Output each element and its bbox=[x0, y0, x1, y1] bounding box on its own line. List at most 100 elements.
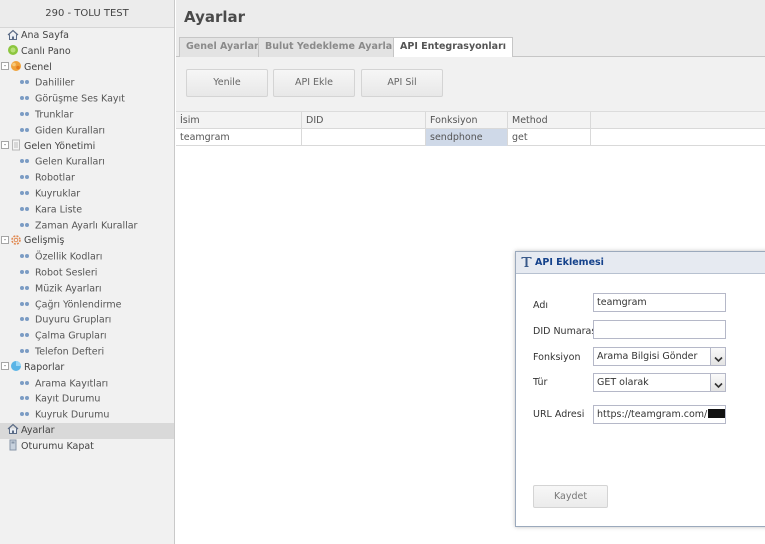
sidebar-item-oturumu-kapat[interactable]: Oturumu Kapat bbox=[0, 439, 174, 455]
sidebar-item-label: Zaman Ayarlı Kurallar bbox=[35, 219, 138, 231]
sidebar-item-label: Arama Kayıtları bbox=[35, 377, 109, 389]
sidebar-item-canli-pano[interactable]: Canlı Pano bbox=[0, 44, 174, 60]
sidebar-item-gelen-yonetimi[interactable]: - Gelen Yönetimi bbox=[0, 139, 174, 155]
logout-icon bbox=[7, 439, 19, 451]
sidebar-item-label: Kuyruklar bbox=[35, 188, 81, 200]
save-button[interactable]: Kaydet bbox=[533, 485, 608, 508]
tab-general-settings[interactable]: Genel Ayarlar bbox=[179, 37, 266, 57]
grid-header: İsim DID Fonksiyon Method bbox=[176, 112, 765, 129]
sidebar-item-label: Ana Sayfa bbox=[21, 30, 70, 41]
did-input[interactable] bbox=[593, 320, 726, 339]
type-label: Tür bbox=[533, 377, 548, 388]
column-header-did[interactable]: DID bbox=[302, 112, 426, 129]
tree-bullet-icon bbox=[20, 280, 31, 296]
sidebar-item-gelen-kurallari[interactable]: Gelen Kuralları bbox=[0, 154, 174, 170]
cell-function: sendphone bbox=[426, 129, 508, 146]
tree-bullet-icon bbox=[20, 201, 31, 217]
url-label: URL Adresi bbox=[533, 409, 585, 420]
gear-icon bbox=[10, 234, 22, 246]
tree-bullet-icon bbox=[20, 390, 31, 406]
column-header-name[interactable]: İsim bbox=[176, 112, 302, 129]
toolbar: Yenile API Ekle API Sil bbox=[176, 57, 765, 112]
sidebar-item-label: Trunklar bbox=[35, 109, 74, 121]
redaction-bar bbox=[708, 409, 725, 418]
sidebar-item-kayit-durumu[interactable]: Kayıt Durumu bbox=[0, 391, 174, 407]
tree-bullet-icon bbox=[20, 74, 31, 90]
sidebar-item-label: Kayıt Durumu bbox=[35, 393, 101, 405]
sidebar-item-giden-kurallari[interactable]: Giden Kuralları bbox=[0, 123, 174, 139]
sidebar-item-label: Çağrı Yönlendirme bbox=[35, 298, 122, 310]
tab-api-integrations[interactable]: API Entegrasyonları bbox=[393, 37, 514, 58]
sidebar-item-duyuru-gruplari[interactable]: Duyuru Grupları bbox=[0, 312, 174, 328]
function-select[interactable]: Arama Bilgisi Gönder bbox=[593, 347, 726, 366]
column-header-function[interactable]: Fonksiyon bbox=[426, 112, 508, 129]
sidebar-item-cagri-yonlendirme[interactable]: Çağrı Yönlendirme bbox=[0, 297, 174, 313]
sidebar-item-label: Gelen Yönetimi bbox=[24, 140, 96, 152]
sidebar-item-zaman-ayarli-kurallar[interactable]: Zaman Ayarlı Kurallar bbox=[0, 218, 174, 234]
collapse-toggle-icon[interactable]: - bbox=[1, 362, 9, 371]
tree-bullet-icon bbox=[20, 185, 31, 201]
home-icon bbox=[7, 29, 19, 41]
url-input[interactable]: https://teamgram.com/ bbox=[593, 405, 726, 424]
navigation-tree: Ana Sayfa Canlı Pano - Genel Dahililer Görüşm… bbox=[0, 28, 174, 455]
sidebar-item-telefon-defteri[interactable]: Telefon Defteri bbox=[0, 344, 174, 360]
tab-cloud-backup-settings[interactable]: Bulut Yedekleme Ayarları bbox=[258, 37, 408, 57]
sidebar-item-label: Dahililer bbox=[35, 77, 75, 89]
tree-bullet-icon bbox=[20, 106, 31, 122]
sidebar-item-label: Giden Kuralları bbox=[35, 125, 106, 137]
sidebar-item-arama-kayitlari[interactable]: Arama Kayıtları bbox=[0, 376, 174, 392]
collapse-toggle-icon[interactable]: - bbox=[1, 141, 9, 150]
column-header-method[interactable]: Method bbox=[508, 112, 591, 129]
tab-strip: Genel Ayarlar Bulut Yedekleme Ayarları A… bbox=[176, 32, 765, 58]
sidebar-item-gelismis[interactable]: - Gelişmiş bbox=[0, 233, 174, 249]
dialog-icon bbox=[520, 255, 533, 268]
sidebar-item-gorusme-ses-kayit[interactable]: Görüşme Ses Kayıt bbox=[0, 91, 174, 107]
tree-bullet-icon bbox=[20, 122, 31, 138]
sidebar-item-kuyruk-durumu[interactable]: Kuyruk Durumu bbox=[0, 407, 174, 423]
tree-bullet-icon bbox=[20, 375, 31, 391]
collapse-toggle-icon[interactable]: - bbox=[1, 62, 9, 71]
sidebar-item-ana-sayfa[interactable]: Ana Sayfa bbox=[0, 28, 174, 44]
dialog-title-bar[interactable]: API Eklemesi bbox=[516, 252, 765, 274]
name-input[interactable]: teamgram bbox=[593, 293, 726, 312]
sidebar-item-label: Telefon Defteri bbox=[35, 346, 105, 358]
tree-bullet-icon bbox=[20, 264, 31, 280]
sidebar-item-ayarlar[interactable]: Ayarlar bbox=[0, 422, 174, 439]
api-add-dialog: API Eklemesi Adı teamgram DID Numarası F… bbox=[515, 251, 765, 527]
sidebar-item-trunklar[interactable]: Trunklar bbox=[0, 107, 174, 123]
collapse-toggle-icon[interactable]: - bbox=[1, 235, 9, 244]
chevron-down-icon[interactable] bbox=[710, 374, 725, 391]
tree-bullet-icon bbox=[20, 217, 31, 233]
delete-api-button[interactable]: API Sil bbox=[361, 69, 443, 97]
sidebar-item-raporlar[interactable]: - Raporlar bbox=[0, 360, 174, 376]
chevron-down-icon[interactable] bbox=[710, 348, 725, 365]
sidebar-item-robotlar[interactable]: Robotlar bbox=[0, 170, 174, 186]
sidebar-item-label: Robot Sesleri bbox=[35, 267, 98, 279]
sidebar-item-kuyruklar[interactable]: Kuyruklar bbox=[0, 186, 174, 202]
sidebar-item-ozellik-kodlari[interactable]: Özellik Kodları bbox=[0, 249, 174, 265]
sidebar-item-kara-liste[interactable]: Kara Liste bbox=[0, 202, 174, 218]
sidebar-item-label: Genel bbox=[24, 61, 52, 73]
sidebar-item-muzik-ayarlari[interactable]: Müzik Ayarları bbox=[0, 281, 174, 297]
sidebar-item-calma-gruplari[interactable]: Çalma Grupları bbox=[0, 328, 174, 344]
add-api-button[interactable]: API Ekle bbox=[273, 69, 355, 97]
cell-name: teamgram bbox=[176, 129, 302, 146]
sidebar-item-label: Raporlar bbox=[24, 361, 65, 373]
refresh-button[interactable]: Yenile bbox=[186, 69, 268, 97]
sidebar-item-label: Çalma Grupları bbox=[35, 330, 107, 342]
sidebar: 290 - TOLU TEST Ana Sayfa Canlı Pano - Gene… bbox=[0, 0, 175, 544]
sidebar-item-label: Müzik Ayarları bbox=[35, 283, 102, 295]
sidebar-item-label: Kara Liste bbox=[35, 204, 83, 216]
sidebar-item-label: Kuyruk Durumu bbox=[35, 409, 110, 421]
sidebar-item-robot-sesleri[interactable]: Robot Sesleri bbox=[0, 265, 174, 281]
tree-bullet-icon bbox=[20, 153, 31, 169]
did-label: DID Numarası bbox=[533, 326, 599, 337]
table-row[interactable]: teamgram sendphone get bbox=[176, 129, 765, 146]
sidebar-item-genel[interactable]: - Genel bbox=[0, 60, 174, 76]
sidebar-item-dahililer[interactable]: Dahililer bbox=[0, 75, 174, 91]
function-select-value: Arama Bilgisi Gönder bbox=[597, 351, 698, 362]
sidebar-title: 290 - TOLU TEST bbox=[0, 0, 174, 28]
type-select[interactable]: GET olarak bbox=[593, 373, 726, 392]
folder-general-icon bbox=[10, 60, 22, 72]
document-icon bbox=[10, 139, 22, 151]
